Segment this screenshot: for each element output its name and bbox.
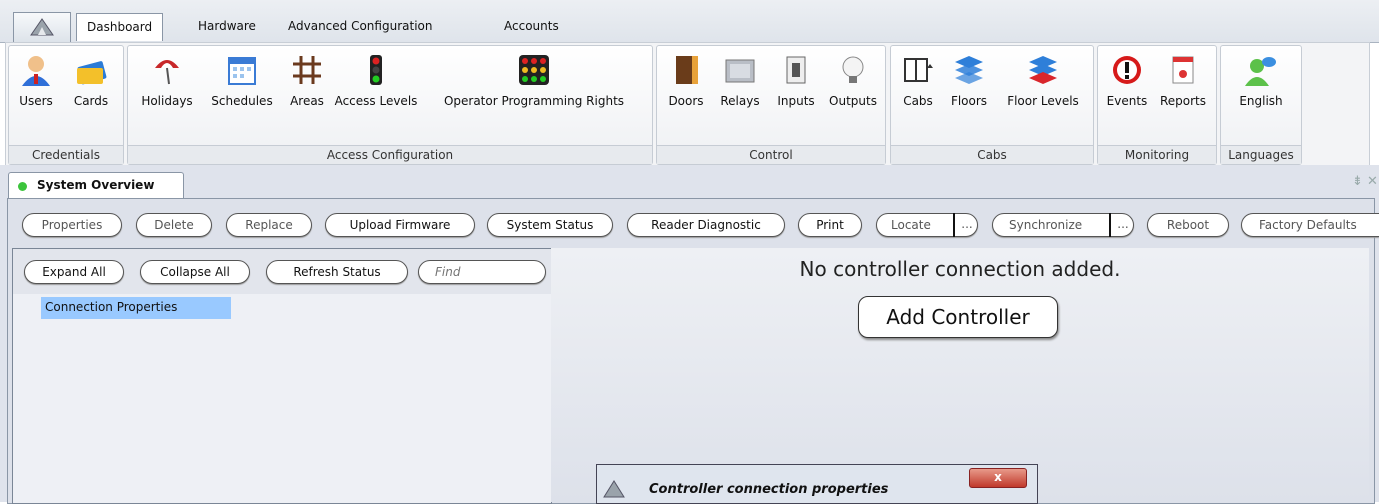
traffic-light-icon	[360, 54, 392, 86]
inputs-button[interactable]: Inputs	[769, 50, 823, 108]
status-dot-icon	[18, 182, 27, 191]
ribbon-group-credentials: Users Cards Credentials	[8, 45, 124, 165]
expand-all-button[interactable]: Expand All	[24, 260, 124, 284]
language-user-icon	[1245, 54, 1277, 86]
schedules-button[interactable]: Schedules	[204, 50, 280, 108]
cabs-button[interactable]: Cabs	[895, 50, 941, 108]
controller-tree-panel: Expand All Collapse All Refresh Status C…	[12, 248, 552, 504]
reboot-button[interactable]: Reboot	[1147, 213, 1229, 237]
tab-accounts[interactable]: Accounts	[494, 13, 569, 40]
door-icon	[670, 54, 702, 86]
dialog-close-button[interactable]: x	[969, 468, 1027, 488]
tab-menu-close-icon[interactable]: ⇟ ✕	[1352, 174, 1378, 189]
controller-connection-properties-dialog: Controller connection properties x	[596, 464, 1038, 504]
layers-icon	[953, 54, 985, 86]
properties-button[interactable]: Properties	[22, 213, 122, 237]
doors-button[interactable]: Doors	[661, 50, 711, 108]
users-button[interactable]: Users	[11, 50, 61, 108]
group-caption: Monitoring	[1098, 145, 1216, 164]
app-logo-icon[interactable]	[13, 12, 71, 42]
group-caption: Control	[657, 145, 885, 164]
layers-red-icon	[1027, 54, 1059, 86]
outputs-button[interactable]: Outputs	[825, 50, 881, 108]
report-icon	[1167, 54, 1199, 86]
ribbon-group-languages: English Languages	[1220, 45, 1302, 165]
tab-hardware[interactable]: Hardware	[188, 13, 266, 40]
events-button[interactable]: Events	[1102, 50, 1152, 108]
refresh-status-button[interactable]: Refresh Status	[266, 260, 408, 284]
traffic-lights-icon	[518, 54, 550, 86]
locate-more-button[interactable]: ...	[953, 213, 979, 237]
areas-button[interactable]: Areas	[282, 50, 332, 108]
elevator-icon	[902, 54, 934, 86]
cards-button[interactable]: Cards	[63, 50, 119, 108]
ribbon-group-cabs: Cabs Floors Floor Levels Cabs	[890, 45, 1094, 165]
print-button[interactable]: Print	[798, 213, 862, 237]
lightbulb-icon	[837, 54, 869, 86]
collapse-all-button[interactable]: Collapse All	[140, 260, 250, 284]
access-levels-button[interactable]: Access Levels	[334, 50, 418, 108]
reader-diagnostic-button[interactable]: Reader Diagnostic	[627, 213, 785, 237]
relays-button[interactable]: Relays	[713, 50, 767, 108]
find-input[interactable]	[418, 260, 546, 284]
reports-button[interactable]: Reports	[1154, 50, 1212, 108]
cards-icon	[75, 54, 107, 86]
tab-system-overview[interactable]: System Overview	[8, 172, 184, 199]
synchronize-button[interactable]: Synchronize ...	[992, 213, 1134, 237]
tab-dashboard[interactable]: Dashboard	[76, 13, 164, 41]
top-tab-strip: Dashboard Hardware Advanced Configuratio…	[0, 0, 1379, 43]
group-caption: Access Configuration	[128, 145, 652, 164]
grid-icon	[291, 54, 323, 86]
group-caption: Cabs	[891, 145, 1093, 164]
alert-icon	[1111, 54, 1143, 86]
operator-programming-rights-button[interactable]: Operator Programming Rights	[420, 50, 648, 108]
upload-firmware-button[interactable]: Upload Firmware	[325, 213, 475, 237]
english-button[interactable]: English	[1225, 50, 1297, 108]
floors-button[interactable]: Floors	[943, 50, 995, 108]
calendar-icon	[226, 54, 258, 86]
add-controller-button[interactable]: Add Controller	[858, 296, 1058, 338]
delete-button[interactable]: Delete	[136, 213, 212, 237]
holidays-icon	[151, 54, 183, 86]
ribbon-group-control: Doors Relays Inputs Outputs Control	[656, 45, 886, 165]
users-icon	[20, 54, 52, 86]
floor-levels-button[interactable]: Floor Levels	[997, 50, 1089, 108]
synchronize-more-button[interactable]: ...	[1109, 213, 1135, 237]
dialog-title: Controller connection properties	[649, 482, 889, 497]
ribbon: Users Cards Credentials Holidays Schedul…	[5, 42, 1370, 166]
tab-advanced-configuration[interactable]: Advanced Configuration	[278, 13, 442, 40]
replace-button[interactable]: Replace	[226, 213, 312, 237]
locate-button[interactable]: Locate ...	[876, 213, 978, 237]
ribbon-group-access-configuration: Holidays Schedules Areas Access Levels O…	[127, 45, 653, 165]
system-status-button[interactable]: System Status	[487, 213, 613, 237]
ribbon-group-monitoring: Events Reports Monitoring	[1097, 45, 1217, 165]
group-caption: Languages	[1221, 145, 1301, 164]
empty-state-message: No controller connection added.	[799, 257, 1121, 281]
factory-defaults-button[interactable]: Factory Defaults	[1241, 213, 1379, 237]
app-logo-icon	[603, 479, 625, 499]
group-caption: Credentials	[9, 145, 123, 164]
tree-item-connection-properties[interactable]: Connection Properties	[41, 297, 231, 319]
holidays-button[interactable]: Holidays	[132, 50, 202, 108]
switch-icon	[780, 54, 812, 86]
relay-icon	[724, 54, 756, 86]
tab-label: System Overview	[37, 178, 155, 192]
